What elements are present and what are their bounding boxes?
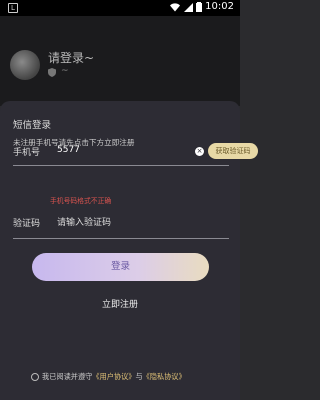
register-link[interactable]: 立即注册 bbox=[0, 297, 240, 310]
avatar[interactable] bbox=[10, 50, 40, 80]
phone-error: 手机号码格式不正确 bbox=[50, 197, 112, 205]
agree-checkbox[interactable] bbox=[31, 373, 39, 381]
phone-input[interactable]: 5577 bbox=[57, 145, 80, 155]
shield-icon bbox=[48, 68, 56, 77]
signal-icon bbox=[184, 2, 194, 12]
clock: 10:02 bbox=[205, 1, 234, 12]
agreement-prefix: 我已阅读并遵守 bbox=[42, 372, 93, 381]
phone-divider bbox=[13, 165, 229, 166]
code-divider bbox=[13, 238, 229, 239]
notification-icon: L bbox=[8, 3, 18, 13]
wifi-icon bbox=[170, 2, 181, 12]
status-bar: L 10:02 bbox=[0, 0, 240, 16]
clear-icon[interactable]: × bbox=[195, 147, 204, 156]
login-button[interactable]: 登录 bbox=[32, 253, 209, 281]
battery-icon bbox=[196, 1, 203, 12]
code-label: 验证码 bbox=[13, 219, 41, 229]
get-code-button[interactable]: 获取验证码 bbox=[208, 143, 258, 159]
code-input[interactable] bbox=[57, 216, 217, 230]
user-agreement-link[interactable]: 《用户协议》 bbox=[92, 372, 135, 382]
privacy-agreement-link[interactable]: 《隐私协议》 bbox=[143, 372, 186, 382]
phone-label: 手机号 bbox=[13, 148, 41, 158]
status-icons: 10:02 bbox=[170, 1, 234, 12]
level-text: ~ bbox=[61, 66, 69, 76]
agreement-row: 我已阅读并遵守 《用户协议》 与 《隐私协议》 bbox=[31, 372, 186, 382]
agreement-and: 与 bbox=[135, 372, 143, 381]
login-prompt[interactable]: 请登录~ bbox=[48, 49, 94, 66]
sheet-title: 短信登录 bbox=[13, 120, 52, 131]
